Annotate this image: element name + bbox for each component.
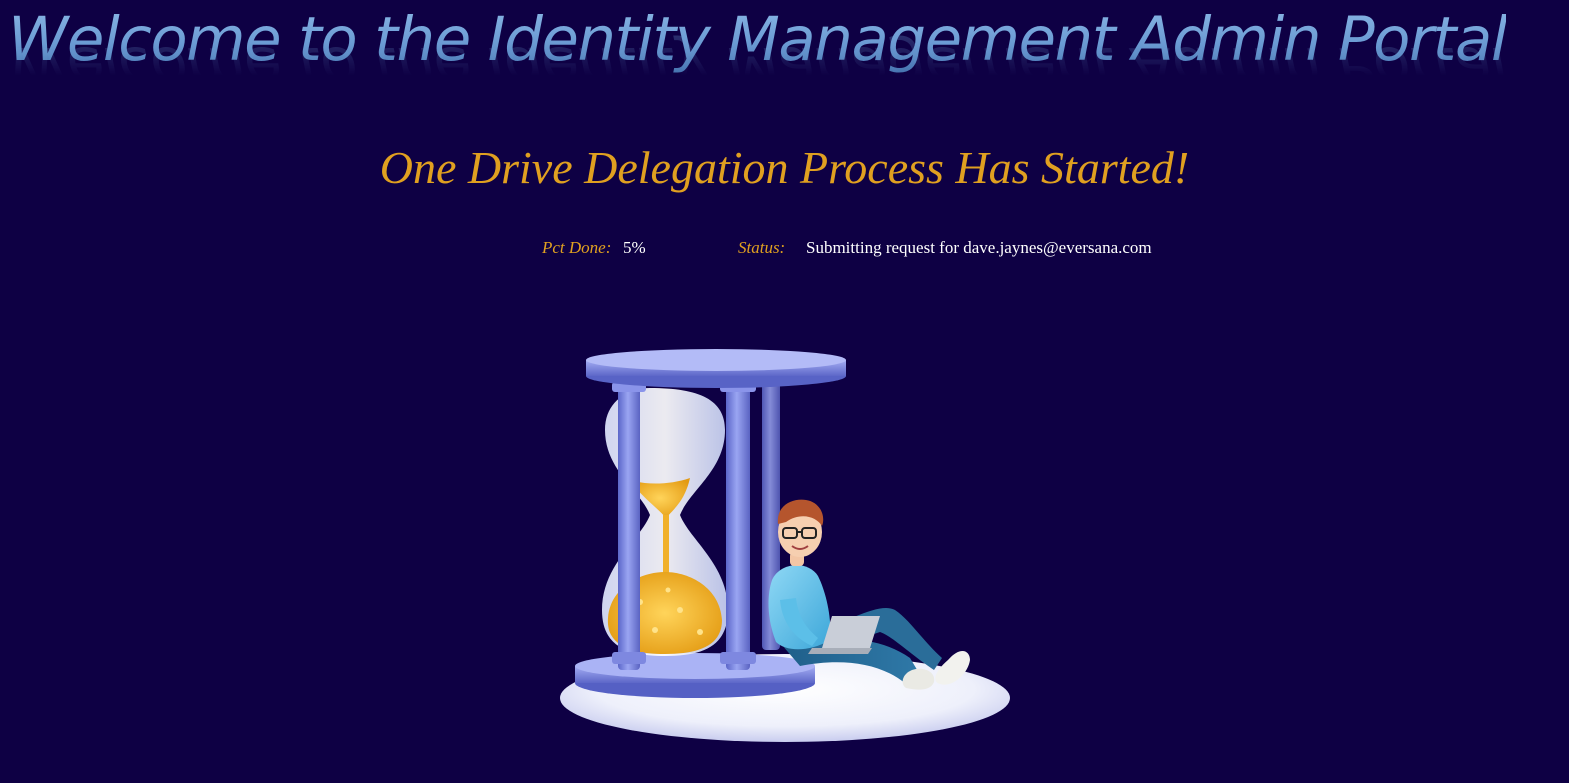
hourglass-illustration [550, 340, 1020, 750]
progress-status-row: Pct Done: 5% Status: Submitting request … [0, 236, 1569, 260]
status-label: Status: [738, 238, 786, 257]
banner: Welcome to the Identity Management Admin… [0, 0, 1569, 100]
pct-done-value: 5% [623, 238, 646, 257]
banner-title: Welcome to the Identity Management Admin… [8, 0, 1508, 80]
hourglass-icon [560, 349, 1010, 742]
page: Welcome to the Identity Management Admin… [0, 0, 1569, 783]
page-heading: One Drive Delegation Process Has Started… [379, 142, 1190, 193]
pct-done-label: Pct Done: [542, 238, 612, 257]
status-value: Submitting request for dave.jaynes@evers… [806, 238, 1152, 257]
